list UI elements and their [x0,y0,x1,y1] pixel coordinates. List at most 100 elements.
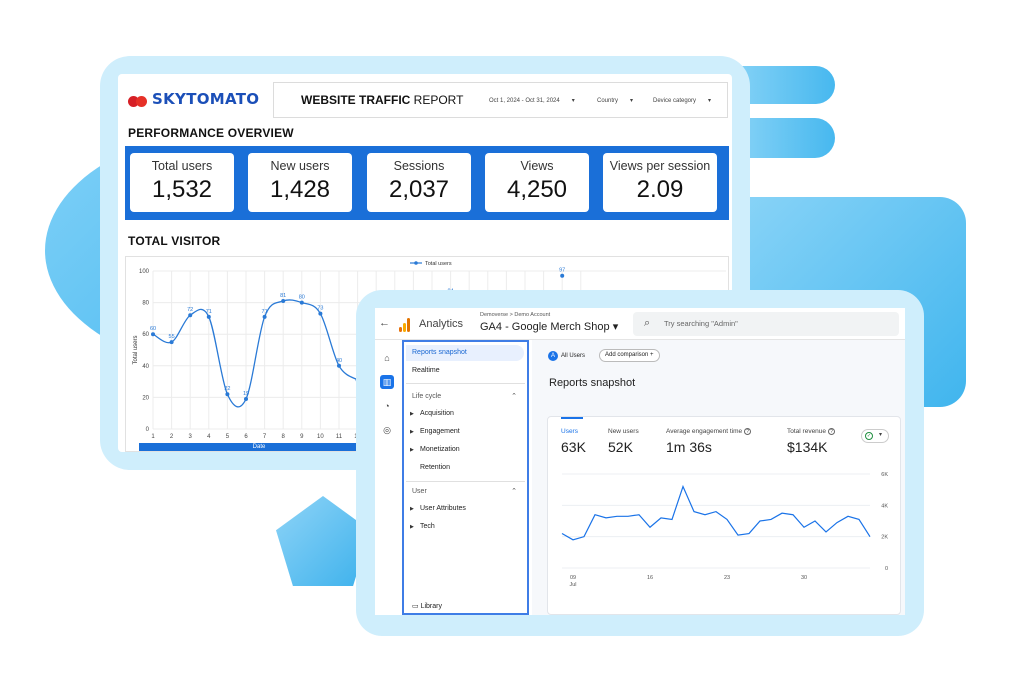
x-tick-label: 2 [170,434,174,440]
series-line-total-users [152,299,358,408]
kpi-card-total-users: Total users 1,532 [130,153,234,212]
kpi-label: Sessions [393,159,445,173]
add-comparison-button[interactable]: Add comparison + [599,349,660,362]
x-tick-label: 23 [724,575,730,581]
x-tick-label: 6 [244,434,248,440]
performance-overview-heading: PERFORMANCE OVERVIEW [128,126,294,140]
data-point [188,313,193,318]
data-label: 81 [280,293,286,299]
users-overview-card: Users 63K New users 52K Average engagement… [547,416,901,615]
y-tick-label: 40 [142,364,149,370]
legend-label: Total users [425,261,452,267]
data-label: 71 [262,309,268,315]
x-tick-label: 16 [647,575,653,581]
y-tick-label: 100 [139,269,150,275]
x-axis-title: Date [139,443,379,451]
breadcrumb[interactable]: Demoverse > Demo Account [480,312,550,318]
nav-monetization[interactable]: ▶ Monetization [404,442,527,458]
nav-tech[interactable]: ▶ Tech [404,519,527,535]
y-tick-label: 0 [146,427,150,433]
data-point [244,396,248,401]
ga4-panel: ← Analytics Demoverse > Demo Account GA4… [375,308,905,615]
kpi-value: 1,532 [151,176,213,203]
y-tick-label: 20 [142,395,149,401]
x-tick-label: 09 [570,575,576,581]
nav-group-user: User [412,488,427,495]
data-label: 55 [169,334,175,340]
ga4-nav-rail: ⌂ ▥ ◔ ◎ [375,340,399,615]
reports-nav: Reports snapshot Realtime Life cycle ⌃ ▶… [402,340,529,615]
divider [406,383,525,384]
dropdown-caret-icon: ▾ [571,98,575,104]
x-tick-label: 11 [336,434,343,440]
kpi-label: New users [270,159,330,173]
data-point [299,300,304,305]
expand-arrow-icon: ▶ [410,447,414,453]
data-label: 73 [317,306,323,312]
search-icon: ⌕ [644,317,651,329]
arrow-left-icon[interactable]: ← [379,317,390,329]
nav-user-attributes[interactable]: ▶ User Attributes [404,501,527,517]
data-point [560,273,565,278]
search-placeholder: Try searching "Admin" [664,319,738,328]
y-tick-label: 4K [881,503,888,509]
property-selector[interactable]: GA4 - Google Merch Shop ▾ [480,320,618,333]
kpi-value: 2.09 [636,176,684,203]
nav-engagement[interactable]: ▶ Engagement [404,424,527,440]
x-tick-sublabel: Jul [569,582,576,588]
x-tick-label: 3 [189,434,193,440]
nav-library[interactable]: ▭ Library [404,599,527,615]
data-label: 97 [559,268,565,274]
x-tick-label: 5 [226,434,230,440]
data-label: 80 [299,295,305,301]
report-title: WEBSITE TRAFFIC REPORT [301,93,463,107]
y-tick-label: 60 [142,332,149,338]
stage: SKYTOMATO WEBSITE TRAFFIC REPORT Oct 1, … [0,0,1024,680]
all-users-chip[interactable]: A All Users [548,350,585,362]
brand-name: SKYTOMATO [152,90,260,108]
bar-chart-icon[interactable]: ▥ [380,375,394,389]
nav-reports-snapshot[interactable]: Reports snapshot [406,345,524,361]
y-tick-label: 6K [881,472,888,478]
kpi-card-new-users: New users 1,428 [248,153,352,212]
dropdown-caret-icon: ▾ [708,98,712,104]
data-point [151,332,155,337]
expand-arrow-icon: ▶ [410,429,414,435]
report-header: WEBSITE TRAFFIC REPORT Oct 1, 2024 - Oct… [273,82,728,118]
series-line-users [561,484,871,541]
x-tick-label: 1 [151,434,155,440]
x-tick-label: 8 [282,434,286,440]
date-range-filter[interactable]: Oct 1, 2024 - Oct 31, 2024 ▾ [489,97,575,104]
data-point [225,392,230,397]
x-tick-label: 4 [207,434,211,440]
plus-icon: + [650,352,654,358]
x-tick-label: 9 [300,434,304,440]
data-point [206,314,211,319]
expand-arrow-icon: ▶ [410,524,414,530]
x-tick-label: 30 [801,575,807,581]
target-icon[interactable]: ◎ [381,424,393,436]
ga4-top-bar: ← Analytics Demoverse > Demo Account GA4… [375,308,905,340]
explore-icon[interactable]: ◔ [381,400,393,412]
nav-acquisition[interactable]: ▶ Acquisition [404,406,527,422]
ga4-main: A All Users Add comparison + Reports snap… [532,340,905,615]
data-point [169,340,174,345]
chevron-up-icon[interactable]: ⌃ [511,392,517,400]
tomato-icon [128,91,148,107]
home-icon[interactable]: ⌂ [381,352,393,364]
x-tick-label: 10 [317,434,324,440]
expand-arrow-icon: ▶ [410,411,414,417]
avatar: A [548,351,558,361]
search-input[interactable]: ⌕ Try searching "Admin" [633,312,899,336]
nav-retention[interactable]: Retention [404,460,527,476]
kpi-band: Total users 1,532 New users 1,428 Sessions… [125,146,729,220]
y-tick-label: 80 [142,301,149,307]
country-filter[interactable]: Country ▾ [597,97,633,104]
device-category-filter[interactable]: Device category ▾ [653,97,711,104]
chevron-up-icon[interactable]: ⌃ [511,487,517,495]
kpi-value: 1,428 [269,176,331,203]
nav-realtime[interactable]: Realtime [404,363,527,379]
property-name: GA4 - Google Merch Shop [480,321,610,333]
x-tick-label: 7 [263,434,267,440]
divider [406,481,525,482]
